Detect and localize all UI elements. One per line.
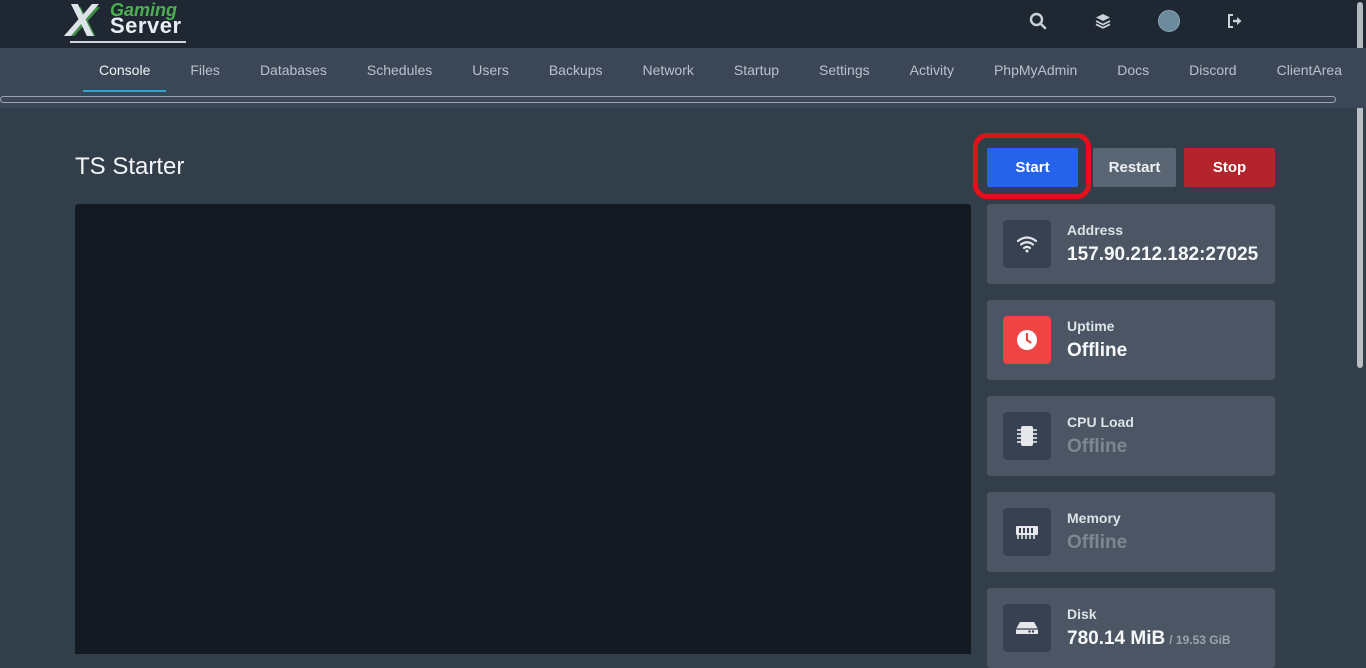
tab-docs[interactable]: Docs [1101,48,1165,92]
tab-files[interactable]: Files [174,48,236,92]
tab-activity[interactable]: Activity [894,48,970,92]
memory-label: Memory [1067,510,1121,526]
logo-underline [70,41,186,43]
address-value[interactable]: 157.90.212.182:27025 [1067,244,1258,266]
brand-logo[interactable]: X X Gaming Server [66,0,190,46]
nav-horizontal-scrollbar[interactable] [0,96,1336,103]
stat-card-address: Address 157.90.212.182:27025 [987,204,1275,284]
memory-value: Offline [1067,532,1128,553]
memory-icon [1003,508,1051,556]
stop-button[interactable]: Stop [1184,148,1275,187]
restart-button[interactable]: Restart [1093,148,1176,187]
top-bar: X X Gaming Server [0,0,1366,48]
tab-backups[interactable]: Backups [533,48,619,92]
stat-card-cpu: CPU Load Offline [987,396,1275,476]
console-output[interactable] [75,204,971,654]
tab-users[interactable]: Users [456,48,525,92]
clock-icon [1003,316,1051,364]
user-avatar[interactable] [1157,10,1181,32]
hard-drive-icon [1003,604,1051,652]
tab-databases[interactable]: Databases [244,48,343,92]
logo-mark: X [66,0,97,46]
tab-clientarea[interactable]: ClientArea [1261,48,1358,92]
cpu-label: CPU Load [1067,414,1134,430]
layers-icon[interactable] [1091,10,1115,32]
start-button[interactable]: Start [987,148,1078,187]
cpu-chip-icon [1003,412,1051,460]
uptime-label: Uptime [1067,318,1115,334]
disk-used: 780.14 MiB [1067,628,1166,649]
tab-settings[interactable]: Settings [803,48,886,92]
stat-card-disk: Disk 780.14 MiB/ 19.53 GiB [987,588,1275,668]
tab-phpmyadmin[interactable]: PhpMyAdmin [978,48,1093,92]
page-title: TS Starter [75,153,185,180]
address-label: Address [1067,222,1124,238]
tab-schedules[interactable]: Schedules [351,48,448,92]
wifi-icon [1003,220,1051,268]
disk-value: 780.14 MiB/ 19.53 GiB [1067,628,1231,650]
stat-card-memory: Memory Offline [987,492,1275,572]
tab-console[interactable]: Console [83,48,167,92]
uptime-value: Offline [1067,340,1128,361]
avatar [1158,10,1180,32]
tab-discord[interactable]: Discord [1173,48,1252,92]
sub-navigation: Console Files Databases Schedules Users … [0,48,1366,108]
nav-tabs: Console Files Databases Schedules Users … [83,48,1366,92]
search-icon[interactable] [1026,10,1050,32]
disk-limit: / 19.53 GiB [1169,633,1231,647]
tab-network[interactable]: Network [627,48,710,92]
tab-startup[interactable]: Startup [718,48,795,92]
stat-card-uptime: Uptime Offline [987,300,1275,380]
logout-icon[interactable] [1223,10,1247,32]
logo-text-server: Server [110,13,182,38]
cpu-value: Offline [1067,436,1128,457]
disk-label: Disk [1067,606,1097,622]
